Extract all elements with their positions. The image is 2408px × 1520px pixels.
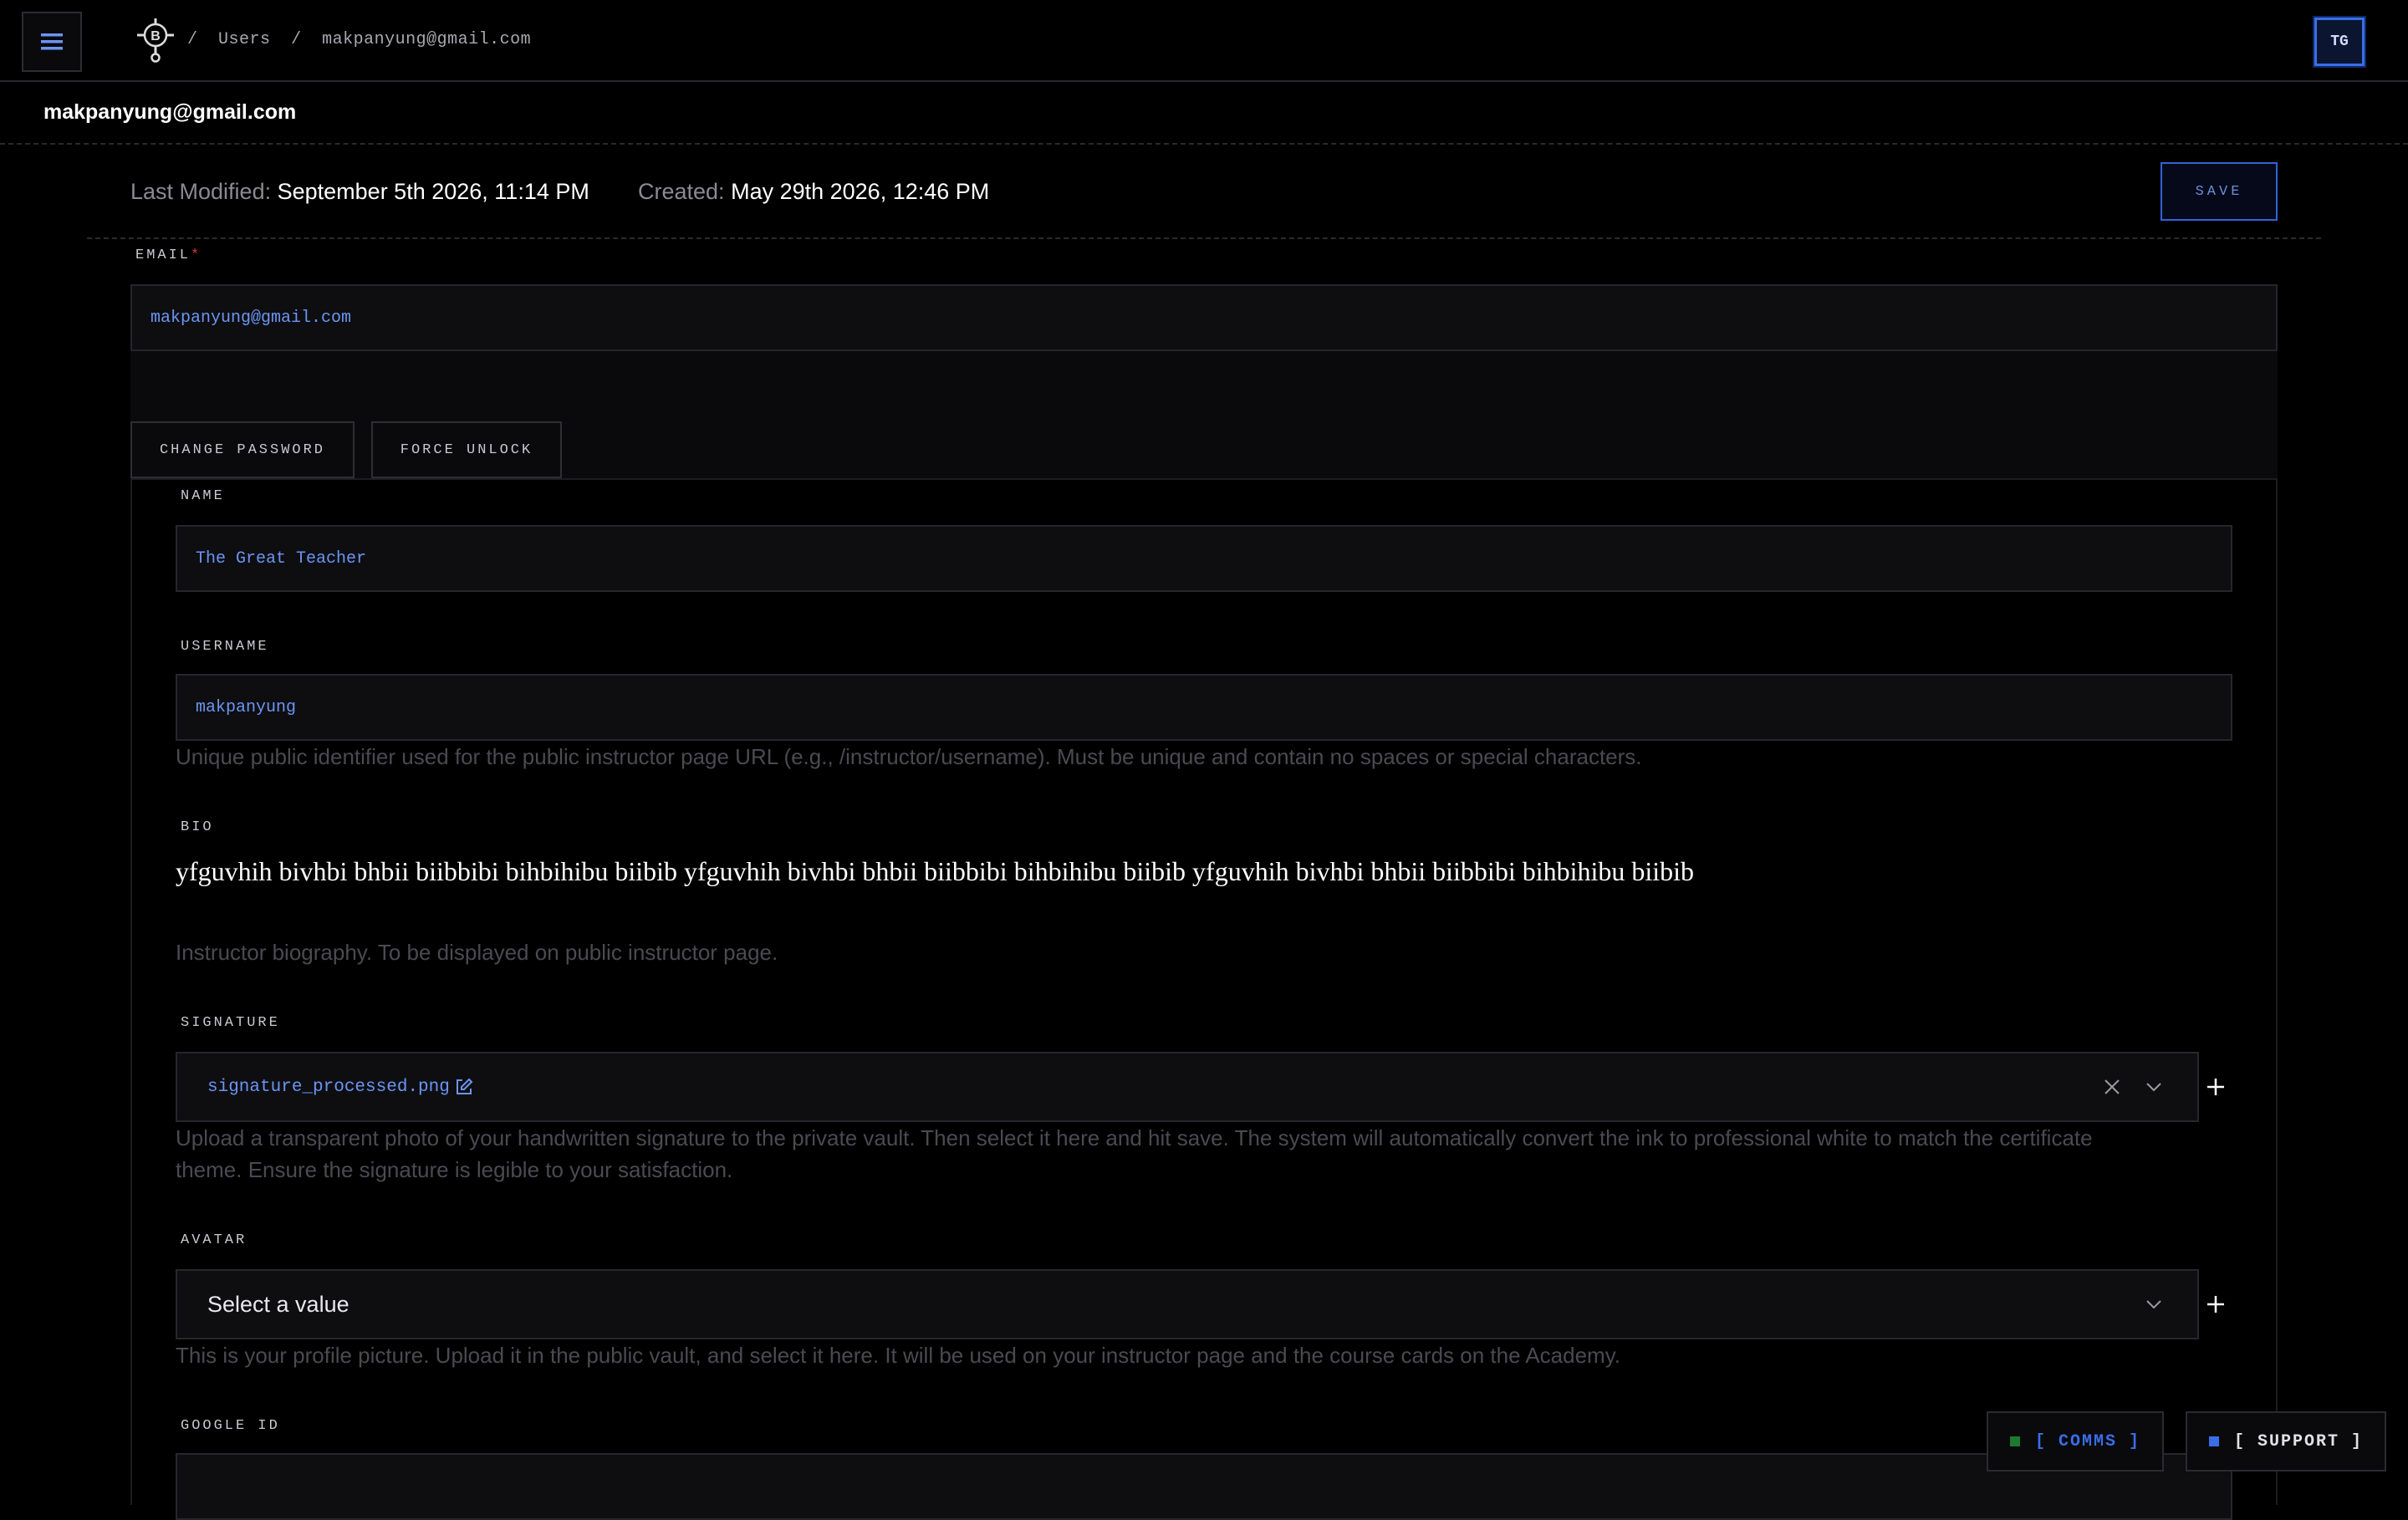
last-modified-label: Last Modified:	[130, 179, 272, 204]
divider	[87, 237, 2321, 239]
comms-label: [ COMMS ]	[2034, 1431, 2141, 1451]
breadcrumb-separator: /	[291, 30, 302, 49]
username-help: Unique public identifier used for the pu…	[176, 744, 1642, 769]
page-title: makpanyung@gmail.com	[43, 100, 297, 124]
signature-help-line: Upload a transparent photo of your handw…	[176, 1125, 2093, 1150]
breadcrumb-users-link[interactable]: Users	[218, 30, 271, 49]
support-label: [ SUPPORT ]	[2233, 1431, 2364, 1451]
user-avatar-button[interactable]: TG	[2314, 18, 2365, 66]
name-label: NAME	[181, 488, 225, 504]
force-unlock-button[interactable]: FORCE UNLOCK	[371, 421, 562, 478]
avatar-placeholder: Select a value	[207, 1291, 349, 1317]
divider	[0, 143, 2408, 145]
email-label: EMAIL*	[135, 247, 202, 263]
edit-icon[interactable]	[455, 1078, 473, 1096]
signature-label: SIGNATURE	[181, 1015, 280, 1031]
bio-editor[interactable]: yfguvhih bivhbi bhbii biibbibi bihbihibu…	[176, 856, 1694, 887]
menu-icon	[41, 33, 63, 50]
google-id-label: GOOGLE ID	[181, 1418, 280, 1434]
username-field[interactable]: makpanyung	[176, 674, 2232, 741]
plus-icon[interactable]	[2203, 1292, 2228, 1317]
google-id-field[interactable]	[176, 1453, 2232, 1520]
bio-label: BIO	[181, 819, 214, 835]
required-marker: *	[191, 247, 202, 263]
signature-filename[interactable]: signature_processed.png	[207, 1078, 450, 1097]
bio-help: Instructor biography. To be displayed on…	[176, 940, 778, 965]
signature-help-line: theme. Ensure the signature is legible t…	[176, 1157, 733, 1182]
plus-icon[interactable]	[2203, 1074, 2228, 1099]
created: Created: May 29th 2026, 12:46 PM	[638, 179, 989, 205]
avatar-help: This is your profile picture. Upload it …	[176, 1343, 1620, 1368]
comms-status-indicator	[2009, 1436, 2020, 1446]
svg-text:B: B	[150, 29, 161, 43]
email-label-text: EMAIL	[135, 247, 191, 263]
username-label: USERNAME	[181, 639, 269, 655]
top-bar: B / Users / makpanyung@gmail.com TG	[0, 0, 2408, 82]
chevron-down-icon[interactable]	[2144, 1077, 2164, 1097]
avatar-select[interactable]: Select a value	[176, 1269, 2199, 1339]
email-field[interactable]: makpanyung@gmail.com	[130, 284, 2278, 351]
created-label: Created:	[638, 179, 725, 204]
clear-icon[interactable]	[2102, 1077, 2122, 1097]
logo-icon[interactable]: B	[134, 17, 177, 64]
breadcrumb: / Users / makpanyung@gmail.com	[187, 30, 541, 49]
signature-select[interactable]: signature_processed.png	[176, 1052, 2199, 1122]
chevron-down-icon[interactable]	[2144, 1294, 2164, 1314]
last-modified-value: September 5th 2026, 11:14 PM	[277, 179, 589, 204]
change-password-button[interactable]: CHANGE PASSWORD	[130, 421, 355, 478]
last-modified: Last Modified: September 5th 2026, 11:14…	[130, 179, 589, 205]
created-value: May 29th 2026, 12:46 PM	[731, 179, 990, 204]
breadcrumb-separator: /	[187, 30, 198, 49]
breadcrumb-current: makpanyung@gmail.com	[322, 30, 532, 49]
avatar-label: AVATAR	[181, 1232, 247, 1248]
signature-selected-value: signature_processed.png	[207, 1053, 473, 1120]
name-field[interactable]: The Great Teacher	[176, 525, 2232, 592]
save-button[interactable]: SAVE	[2161, 162, 2278, 221]
comms-button[interactable]: [ COMMS ]	[1987, 1411, 2164, 1472]
support-status-indicator	[2208, 1436, 2219, 1446]
menu-button[interactable]	[22, 12, 82, 72]
support-button[interactable]: [ SUPPORT ]	[2186, 1411, 2386, 1472]
signature-help: Upload a transparent photo of your handw…	[176, 1122, 2093, 1186]
